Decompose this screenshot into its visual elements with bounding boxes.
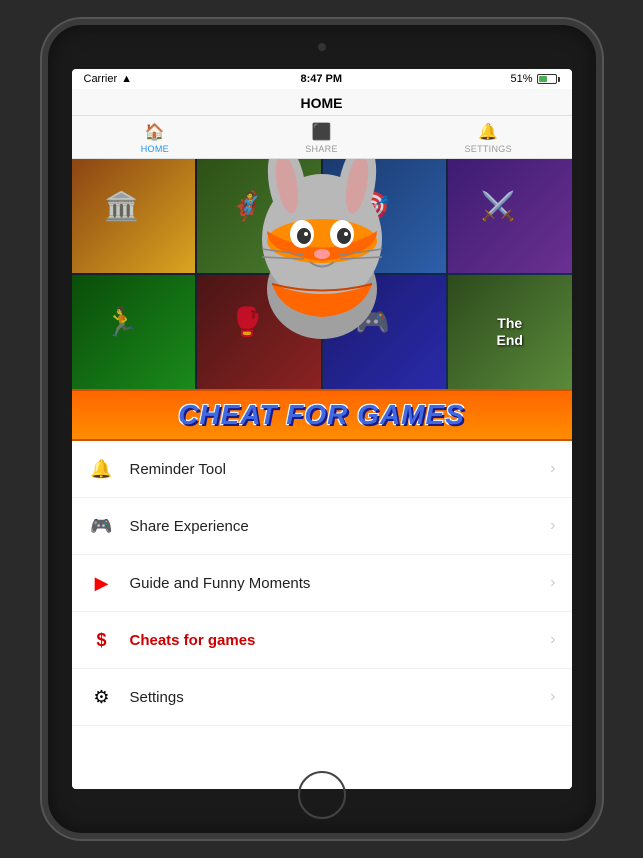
menu-label-cheats: Cheats for games xyxy=(130,632,551,649)
page-title: HOME xyxy=(301,95,343,111)
menu-list: 🔔 Reminder Tool › 🎮 Share Experience › ▶… xyxy=(72,441,572,789)
menu-item-cheats[interactable]: $ Cheats for games › xyxy=(72,612,572,669)
gamepad-icon: 🎮 xyxy=(88,512,116,540)
tab-bar: 🏠 HOME ⬛ SHARE 🔔 SETTINGS xyxy=(72,116,572,159)
bell-icon: 🔔 xyxy=(478,122,498,142)
mascot-image xyxy=(232,159,412,349)
share-icon: ⬛ xyxy=(312,122,332,142)
tab-share[interactable]: ⬛ SHARE xyxy=(238,116,405,158)
the-end-text: TheEnd xyxy=(497,315,523,349)
device: Carrier ▲ 8:47 PM 51% HOME 🏠 HOME xyxy=(42,19,602,839)
menu-item-share[interactable]: 🎮 Share Experience › xyxy=(72,498,572,555)
bell-menu-icon: 🔔 xyxy=(88,455,116,483)
menu-label-settings: Settings xyxy=(130,689,551,706)
status-time: 8:47 PM xyxy=(300,73,342,85)
menu-label-guide: Guide and Funny Moments xyxy=(130,575,551,592)
menu-label-reminder: Reminder Tool xyxy=(130,461,551,478)
battery-percent: 51% xyxy=(510,73,532,85)
screen: Carrier ▲ 8:47 PM 51% HOME 🏠 HOME xyxy=(72,69,572,789)
banner: Cheat for Games xyxy=(72,389,572,441)
status-bar: Carrier ▲ 8:47 PM 51% xyxy=(72,69,572,89)
hero-image: 🏛️ 🦸 🎯 ⚔️ 🏃 🥊 🎮 xyxy=(72,159,572,389)
tab-share-label: SHARE xyxy=(305,144,338,154)
chevron-guide: › xyxy=(550,574,555,592)
game-thumb-1: 🏛️ xyxy=(72,159,196,273)
game-thumb-5: 🏃 xyxy=(72,275,196,389)
menu-item-settings[interactable]: ⚙ Settings › xyxy=(72,669,572,726)
battery-icon xyxy=(537,74,560,84)
menu-item-guide[interactable]: ▶ Guide and Funny Moments › xyxy=(72,555,572,612)
chevron-settings: › xyxy=(550,688,555,706)
dollar-icon: $ xyxy=(88,626,116,654)
game-thumb-8: TheEnd xyxy=(448,275,572,389)
tab-settings[interactable]: 🔔 SETTINGS xyxy=(405,116,572,158)
tab-settings-label: SETTINGS xyxy=(464,144,511,154)
chevron-reminder: › xyxy=(550,460,555,478)
menu-label-share: Share Experience xyxy=(130,518,551,535)
chevron-share: › xyxy=(550,517,555,535)
tab-home[interactable]: 🏠 HOME xyxy=(72,116,239,158)
youtube-icon: ▶ xyxy=(88,569,116,597)
gear-icon: ⚙ xyxy=(88,683,116,711)
wifi-signal: ▲ xyxy=(121,73,132,85)
banner-text: Cheat for Games xyxy=(82,399,562,431)
menu-item-reminder[interactable]: 🔔 Reminder Tool › xyxy=(72,441,572,498)
status-left: Carrier ▲ xyxy=(84,73,133,85)
carrier-label: Carrier xyxy=(84,73,118,85)
status-right: 51% xyxy=(510,73,559,85)
home-icon: 🏠 xyxy=(145,122,165,142)
game-thumb-4: ⚔️ xyxy=(448,159,572,273)
nav-header: HOME xyxy=(72,89,572,116)
chevron-cheats: › xyxy=(550,631,555,649)
tab-home-label: HOME xyxy=(141,144,169,154)
